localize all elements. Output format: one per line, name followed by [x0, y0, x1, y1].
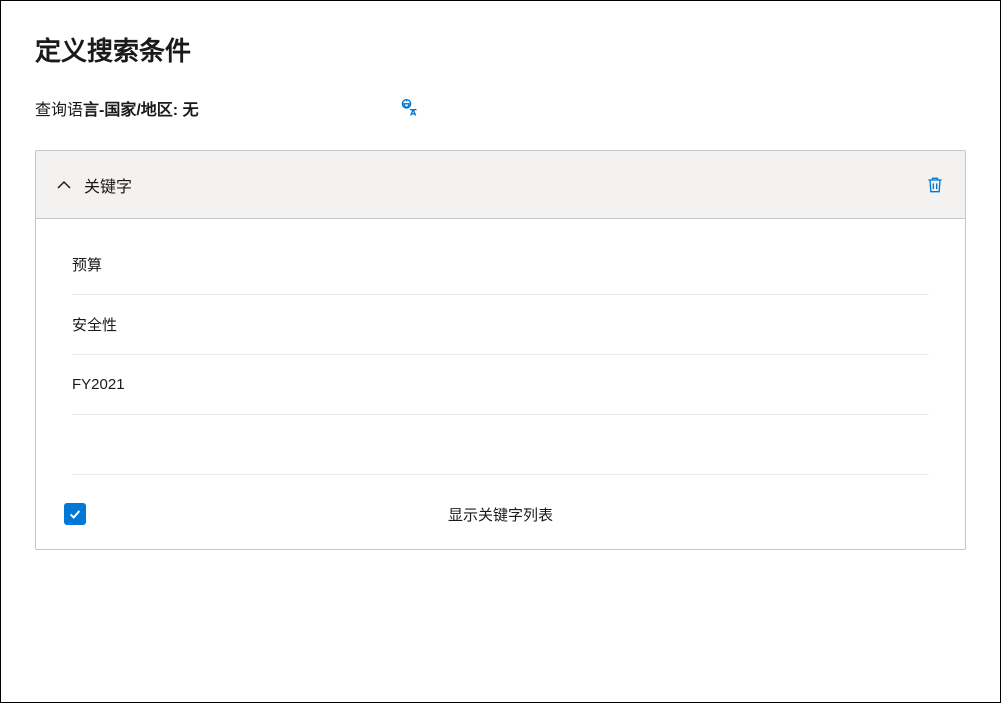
trash-icon[interactable] [925, 175, 945, 195]
query-language-label: 查询语言-国家/地区: 无 [35, 96, 199, 120]
list-item[interactable]: FY2021 [72, 355, 929, 415]
query-language-label-part2: 言-国家/地区: 无 [83, 102, 199, 119]
keywords-body: 预算 安全性 FY2021 显示关键字列表 [36, 219, 965, 549]
translate-icon[interactable] [399, 98, 419, 118]
query-language-row: 查询语言-国家/地区: 无 [35, 96, 966, 120]
keywords-header[interactable]: 关键字 [36, 151, 965, 219]
keywords-section-title: 关键字 [84, 173, 132, 197]
keywords-section: 关键字 预算 安全性 FY2021 显示关键字列表 [35, 150, 966, 550]
list-item[interactable] [72, 415, 929, 475]
show-list-checkbox[interactable] [64, 503, 86, 525]
page-title: 定义搜索条件 [35, 31, 966, 68]
list-item[interactable]: 安全性 [72, 295, 929, 355]
chevron-up-icon[interactable] [56, 177, 72, 193]
keywords-header-left: 关键字 [56, 173, 132, 197]
list-item[interactable]: 预算 [72, 235, 929, 295]
keywords-scroll[interactable]: 预算 安全性 FY2021 [36, 219, 965, 479]
query-language-label-part1: 查询语 [35, 102, 83, 119]
show-list-label: 显示关键字列表 [448, 504, 553, 525]
keywords-footer: 显示关键字列表 [36, 479, 965, 549]
